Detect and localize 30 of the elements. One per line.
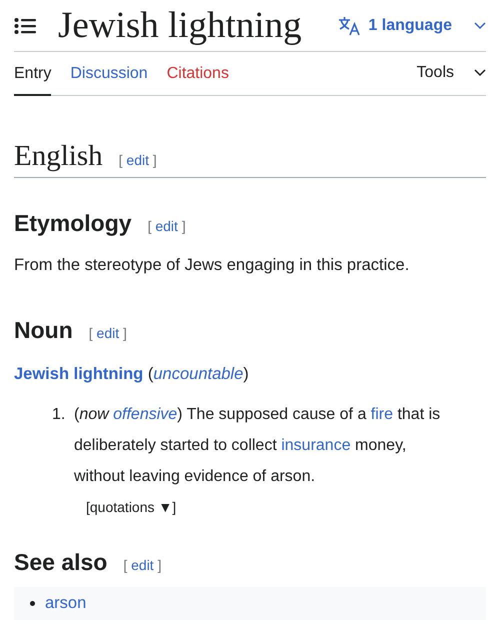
definition-text: (now offensive) The supposed cause of a fire that is deliberately started to collect insurance money, without leaving evidence of arson. bbox=[74, 404, 442, 486]
quotations-toggle[interactable]: [quotations ▼] bbox=[86, 494, 176, 520]
see-also-link[interactable]: arson bbox=[45, 591, 86, 616]
etymology-text: From the stereotype of Jews engaging in this practice. bbox=[14, 254, 410, 276]
edit-link[interactable]: [ edit ] bbox=[88, 323, 127, 344]
chevron-down-icon bbox=[474, 22, 486, 30]
menu-icon[interactable] bbox=[14, 16, 36, 34]
headword-line: Jewish lightning (uncountable) bbox=[14, 364, 250, 385]
edit-link[interactable]: [ edit ] bbox=[123, 554, 162, 576]
section-heading: See also bbox=[14, 548, 108, 576]
label-link[interactable]: offensive bbox=[113, 406, 178, 422]
word-link[interactable]: insurance bbox=[281, 436, 351, 454]
language-button[interactable]: 1 language bbox=[338, 14, 486, 38]
tab[interactable]: Entry bbox=[14, 62, 52, 96]
tab[interactable]: Discussion bbox=[70, 62, 148, 96]
page-title: Jewish lightning bbox=[58, 7, 302, 44]
language-heading: English bbox=[14, 142, 103, 171]
headword-link[interactable]: Jewish lightning bbox=[14, 364, 144, 383]
definition-number: 1. bbox=[52, 404, 66, 424]
bullet-icon bbox=[30, 600, 35, 606]
chevron-down-icon bbox=[474, 69, 486, 77]
section-heading: Noun bbox=[14, 316, 73, 346]
tab[interactable]: Citations bbox=[166, 62, 229, 96]
section-heading: Etymology bbox=[14, 209, 132, 238]
label-link[interactable]: uncountable bbox=[153, 364, 244, 383]
tools-menu[interactable]: Tools bbox=[416, 61, 486, 95]
edit-link[interactable]: [ edit ] bbox=[118, 150, 157, 171]
word-link[interactable]: fire bbox=[370, 406, 394, 422]
edit-link[interactable]: [ edit ] bbox=[148, 216, 186, 237]
translate-icon bbox=[338, 16, 360, 36]
